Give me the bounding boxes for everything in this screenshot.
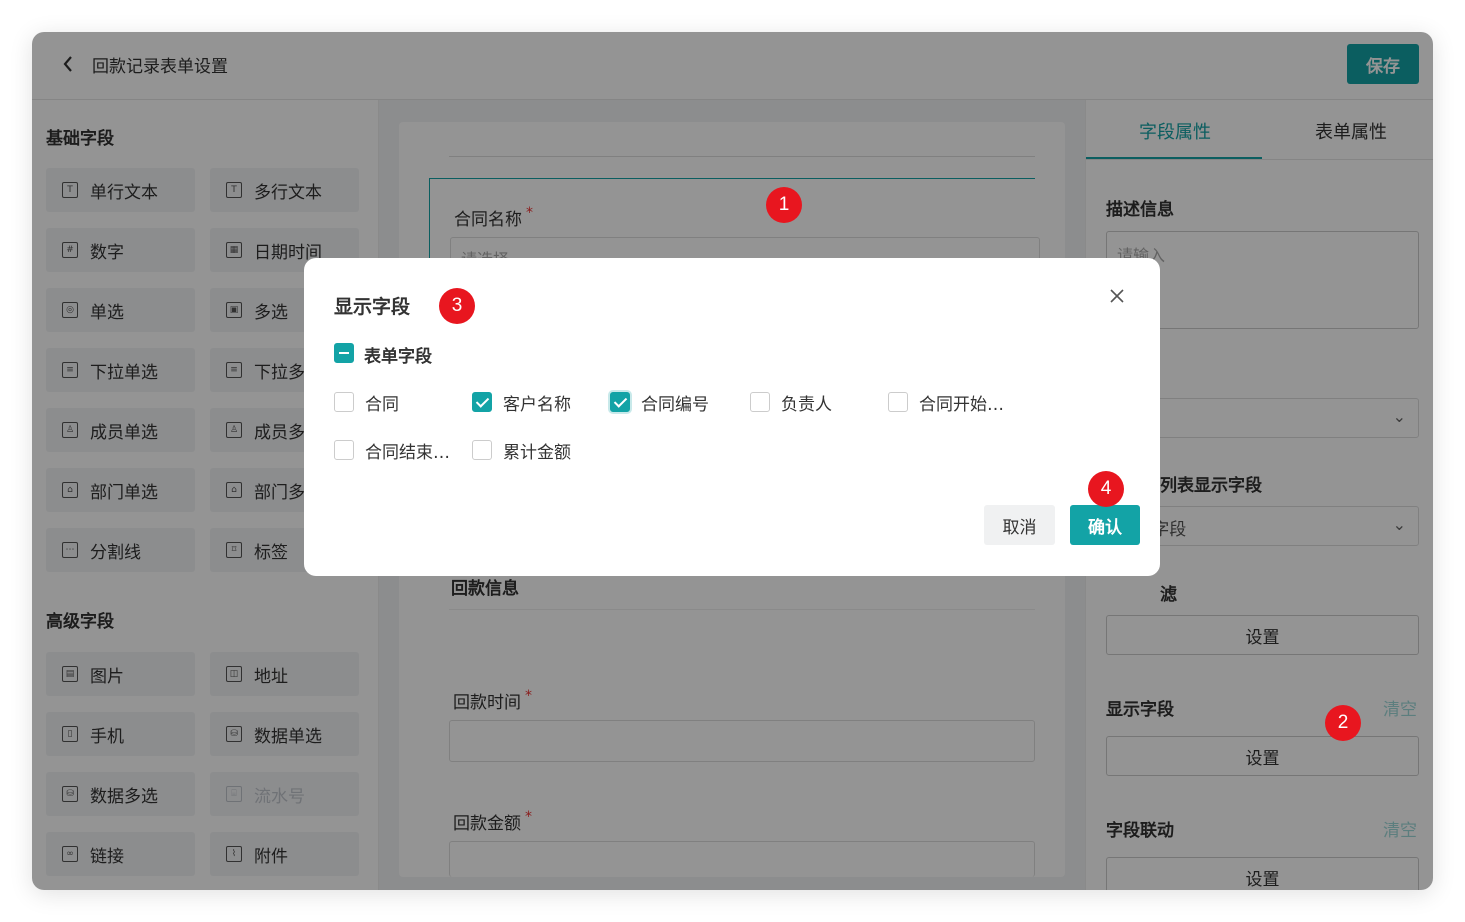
annotation-marker-2: 2 — [1325, 705, 1361, 741]
field-option-checkbox[interactable] — [750, 392, 770, 412]
display-fields-dialog: 显示字段 表单字段 合同 客户名称 合同编号 负责人 合同开始… 合同结束… 累计金额 取消… — [304, 258, 1160, 576]
field-option-label[interactable]: 客户名称 — [503, 390, 571, 415]
close-icon[interactable] — [1110, 284, 1124, 309]
field-option-checkbox[interactable] — [472, 440, 492, 460]
select-all-checkbox[interactable] — [334, 343, 354, 363]
field-option-label[interactable]: 累计金额 — [503, 438, 571, 463]
annotation-marker-3: 3 — [439, 288, 475, 324]
field-option-label[interactable]: 负责人 — [781, 390, 832, 415]
cancel-button[interactable]: 取消 — [984, 505, 1055, 545]
field-option-checkbox[interactable] — [472, 392, 492, 412]
annotation-marker-1: 1 — [766, 187, 802, 223]
field-option-checkbox[interactable] — [334, 392, 354, 412]
field-option-checkbox[interactable] — [888, 392, 908, 412]
field-option-label[interactable]: 合同 — [365, 390, 399, 415]
field-option-label[interactable]: 合同结束… — [365, 438, 450, 463]
dialog-title: 显示字段 — [334, 296, 411, 318]
field-option-label[interactable]: 合同开始… — [919, 390, 1004, 415]
form-fields-group-label: 表单字段 — [364, 347, 432, 367]
annotation-marker-4: 4 — [1088, 471, 1124, 507]
field-option-label[interactable]: 合同编号 — [641, 390, 709, 415]
confirm-button[interactable]: 确认 — [1070, 505, 1140, 545]
field-option-checkbox[interactable] — [334, 440, 354, 460]
field-option-checkbox[interactable] — [610, 392, 630, 412]
